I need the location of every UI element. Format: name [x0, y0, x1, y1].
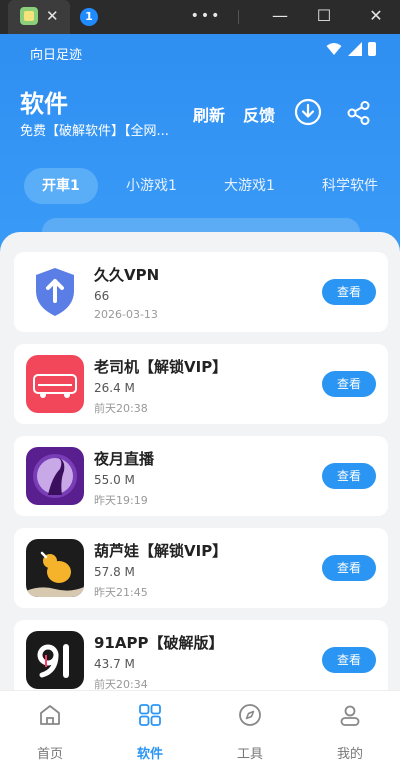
- app-name: 老司机【解锁VIP】: [94, 358, 228, 376]
- tab-kaiche[interactable]: 开車1: [24, 168, 98, 204]
- feedback-button[interactable]: 反馈: [243, 102, 275, 126]
- nav-item-software[interactable]: 软件: [100, 691, 200, 765]
- gourd-logo-icon: [26, 551, 84, 597]
- tab-science-software[interactable]: 科学软件: [322, 168, 378, 204]
- view-button[interactable]: 查看: [322, 463, 376, 489]
- list-item[interactable]: 久久VPN 66 2026-03-13 查看: [14, 252, 388, 332]
- app-date: 前天20:38: [94, 402, 148, 415]
- bottom-navigation: 首页 软件 工具 我的: [0, 690, 400, 765]
- view-button[interactable]: 查看: [322, 555, 376, 581]
- app-size: 57.8 M: [94, 565, 135, 579]
- app-date: 昨天19:19: [94, 494, 148, 507]
- list-item[interactable]: 91APP【破解版】 43.7 M 前天20:34 查看: [14, 620, 388, 690]
- category-tabs: 开車1 小游戏1 大游戏1 科学软件: [0, 168, 400, 204]
- 91-logo-icon: [37, 644, 69, 678]
- list-item[interactable]: 夜月直播 55.0 M 昨天19:19 查看: [14, 436, 388, 516]
- app-size: 55.0 M: [94, 473, 135, 487]
- refresh-button[interactable]: 刷新: [193, 102, 225, 126]
- app-name: 葫芦娃【解锁VIP】: [94, 542, 228, 560]
- app-size: 43.7 M: [94, 657, 135, 671]
- home-icon: [40, 705, 60, 725]
- view-button[interactable]: 查看: [322, 279, 376, 305]
- share-icon[interactable]: [346, 100, 372, 126]
- signal-icon: [348, 42, 362, 56]
- nav-label: 我的: [336, 747, 363, 762]
- app-date: 前天20:34: [94, 678, 148, 690]
- maximize-button[interactable]: ☐: [302, 0, 346, 34]
- more-options-icon[interactable]: •••: [184, 0, 228, 34]
- app-size: 26.4 M: [94, 381, 135, 395]
- app-name: 91APP【破解版】: [94, 634, 224, 652]
- nav-label: 工具: [236, 747, 263, 762]
- page-subtitle: 免费【破解软件】【全网...: [20, 124, 169, 139]
- app-header: 向日足迹 软件 免费【破解软件】【全网... 刷新 反馈 开車1 小游戏1 大游…: [0, 34, 400, 264]
- app-favicon-icon: [20, 7, 38, 25]
- compass-icon: [239, 704, 261, 726]
- status-bar-text: 向日足迹: [30, 48, 83, 63]
- tab-big-games[interactable]: 大游戏1: [224, 168, 275, 204]
- app-icon: [26, 447, 84, 505]
- app-icon: [26, 631, 84, 689]
- notification-badge[interactable]: 1: [80, 8, 98, 26]
- status-icons: [326, 42, 376, 56]
- wifi-icon: [326, 43, 342, 55]
- list-item[interactable]: 葫芦娃【解锁VIP】 57.8 M 昨天21:45 查看: [14, 528, 388, 608]
- app-list: 久久VPN 66 2026-03-13 查看 老司机【解锁VIP】 26.4 M…: [0, 232, 400, 690]
- page-title: 软件: [20, 90, 68, 118]
- shield-upload-icon: [36, 268, 74, 316]
- view-button[interactable]: 查看: [322, 647, 376, 673]
- app-size: 66: [94, 289, 110, 303]
- tab-close-icon[interactable]: ✕: [46, 6, 59, 26]
- app-icon: [26, 263, 84, 321]
- nav-label: 首页: [36, 747, 63, 762]
- minimize-button[interactable]: —: [258, 0, 302, 34]
- app-name: 久久VPN: [94, 266, 160, 284]
- app-icon: [26, 539, 84, 597]
- nav-item-tools[interactable]: 工具: [200, 691, 300, 765]
- list-item[interactable]: 老司机【解锁VIP】 26.4 M 前天20:38 查看: [14, 344, 388, 424]
- old-driver-logo-icon: [33, 374, 77, 398]
- titlebar-divider: [238, 10, 239, 24]
- download-icon[interactable]: [294, 98, 322, 126]
- battery-icon: [368, 42, 376, 56]
- browser-tab[interactable]: ✕: [8, 0, 70, 34]
- window-titlebar: ✕ 1 ••• — ☐ ✕: [0, 0, 400, 34]
- moon-live-logo-icon: [33, 454, 77, 498]
- view-button[interactable]: 查看: [322, 371, 376, 397]
- nav-item-mine[interactable]: 我的: [300, 691, 400, 765]
- nav-label: 软件: [136, 747, 163, 762]
- close-window-button[interactable]: ✕: [354, 0, 398, 34]
- app-date: 昨天21:45: [94, 586, 148, 599]
- user-icon: [340, 705, 360, 726]
- app-date: 2026-03-13: [94, 308, 158, 321]
- tab-small-games[interactable]: 小游戏1: [126, 168, 177, 204]
- grid-icon: [139, 704, 161, 726]
- app-name: 夜月直播: [94, 450, 155, 468]
- app-icon: [26, 355, 84, 413]
- nav-item-home[interactable]: 首页: [0, 691, 100, 765]
